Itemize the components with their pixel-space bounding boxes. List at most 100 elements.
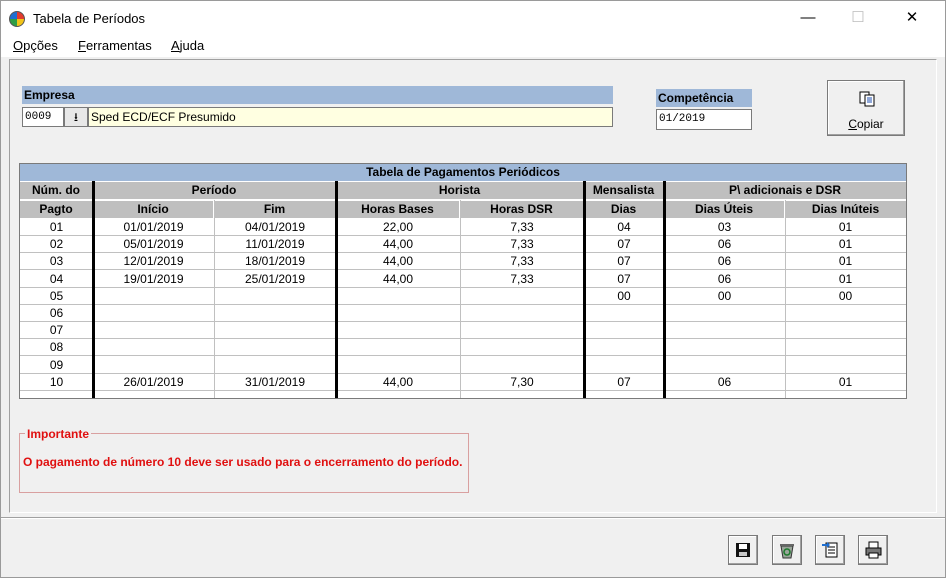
cell-inicio[interactable] <box>93 305 214 322</box>
cell-dias-uteis[interactable]: 06 <box>664 236 785 254</box>
cell-dias-uteis[interactable] <box>664 357 785 374</box>
cell-dias-uteis[interactable]: 06 <box>664 253 785 271</box>
copiar-button[interactable]: Copiar <box>827 80 905 136</box>
dropdown-arrow-icon: ⭳ <box>73 110 79 124</box>
cell-dias-uteis[interactable]: 03 <box>664 219 785 236</box>
cell-dias-inuteis[interactable]: 01 <box>785 374 906 391</box>
header-mensalista: Mensalista <box>584 182 664 199</box>
cell-inicio[interactable] <box>93 339 214 357</box>
cell-fim[interactable]: 25/01/2019 <box>214 271 336 288</box>
cell-dias-inuteis[interactable] <box>785 305 906 322</box>
cell-dias-uteis[interactable]: 06 <box>664 374 785 391</box>
cell-dias[interactable]: 07 <box>584 374 664 391</box>
cell-fim[interactable] <box>214 288 336 305</box>
cell-dias-inuteis[interactable]: 01 <box>785 253 906 271</box>
cell-inicio[interactable]: 01/01/2019 <box>93 219 214 236</box>
cell-pagto[interactable]: 03 <box>20 253 93 271</box>
cell-fim[interactable] <box>214 322 336 340</box>
header-num-do: Núm. do <box>20 182 93 199</box>
cell-horas-dsr[interactable] <box>460 305 584 322</box>
menu-opcoes[interactable]: Opções <box>13 38 58 53</box>
print-button[interactable] <box>858 535 888 565</box>
save-button[interactable] <box>728 535 758 565</box>
cell-horas-dsr[interactable]: 7,30 <box>460 374 584 391</box>
cell-dias-inuteis[interactable]: 01 <box>785 219 906 236</box>
cell-dias[interactable] <box>584 357 664 374</box>
import-button[interactable] <box>815 535 845 565</box>
cell-dias-uteis[interactable] <box>664 305 785 322</box>
cell-pagto[interactable]: 04 <box>20 271 93 288</box>
cell-dias-inuteis[interactable]: 01 <box>785 271 906 288</box>
cell-pagto[interactable]: 05 <box>20 288 93 305</box>
cell-horas-dsr[interactable] <box>460 357 584 374</box>
cell-dias[interactable]: 00 <box>584 288 664 305</box>
cell-inicio[interactable]: 12/01/2019 <box>93 253 214 271</box>
cell-dias[interactable]: 04 <box>584 219 664 236</box>
cell-fim[interactable] <box>214 339 336 357</box>
minimize-button[interactable]: — <box>785 3 831 33</box>
cell-fim[interactable]: 31/01/2019 <box>214 374 336 391</box>
cell-dias-uteis[interactable]: 00 <box>664 288 785 305</box>
cell-pagto[interactable]: 10 <box>20 374 93 391</box>
cell-dias-inuteis[interactable] <box>785 339 906 357</box>
cell-inicio[interactable]: 05/01/2019 <box>93 236 214 254</box>
cell-horas-bases[interactable]: 44,00 <box>336 253 460 271</box>
menu-ajuda[interactable]: Ajuda <box>171 38 204 53</box>
cell-horas-dsr[interactable] <box>460 339 584 357</box>
cell-dias[interactable] <box>584 322 664 340</box>
cell-dias-uteis[interactable]: 06 <box>664 271 785 288</box>
cell-inicio[interactable]: 26/01/2019 <box>93 374 214 391</box>
cell-dias-uteis[interactable] <box>664 322 785 340</box>
cell-dias[interactable] <box>584 339 664 357</box>
cell-dias-inuteis[interactable]: 01 <box>785 236 906 254</box>
cell-fim[interactable]: 04/01/2019 <box>214 219 336 236</box>
cell-fim[interactable]: 11/01/2019 <box>214 236 336 254</box>
cell-horas-dsr[interactable]: 7,33 <box>460 271 584 288</box>
cell-inicio[interactable] <box>93 322 214 340</box>
menu-ferramentas[interactable]: Ferramentas <box>78 38 152 53</box>
cell-horas-bases[interactable] <box>336 322 460 340</box>
cell-inicio[interactable]: 19/01/2019 <box>93 271 214 288</box>
cell-fim[interactable] <box>214 305 336 322</box>
close-button[interactable]: ✕ <box>889 3 935 33</box>
cell-fim[interactable] <box>214 357 336 374</box>
col-horas-bases: Horas Bases <box>336 201 460 218</box>
competencia-field[interactable]: 01/2019 <box>656 109 752 130</box>
empresa-code-field[interactable]: 0009 <box>22 107 64 127</box>
cell-horas-bases[interactable] <box>336 357 460 374</box>
cell-dias[interactable]: 07 <box>584 236 664 254</box>
cell-dias-inuteis[interactable] <box>785 322 906 340</box>
cell-horas-bases[interactable] <box>336 305 460 322</box>
empresa-name-field[interactable]: Sped ECD/ECF Presumido <box>88 107 613 127</box>
col-fim: Fim <box>214 201 336 218</box>
cell-horas-bases[interactable]: 22,00 <box>336 219 460 236</box>
cell-dias[interactable]: 07 <box>584 253 664 271</box>
cell-pagto[interactable]: 01 <box>20 219 93 236</box>
cell-horas-dsr[interactable] <box>460 288 584 305</box>
cell-pagto[interactable]: 09 <box>20 357 93 374</box>
cell-horas-dsr[interactable] <box>460 322 584 340</box>
cell-fim[interactable]: 18/01/2019 <box>214 253 336 271</box>
cell-inicio[interactable] <box>93 288 214 305</box>
cell-dias-inuteis[interactable] <box>785 357 906 374</box>
cell-dias[interactable] <box>584 305 664 322</box>
cell-horas-bases[interactable]: 44,00 <box>336 271 460 288</box>
cell-horas-dsr[interactable]: 7,33 <box>460 253 584 271</box>
cell-horas-bases[interactable] <box>336 288 460 305</box>
cell-dias-inuteis[interactable]: 00 <box>785 288 906 305</box>
cell-horas-bases[interactable] <box>336 339 460 357</box>
cell-dias[interactable]: 07 <box>584 271 664 288</box>
cell-pagto[interactable]: 06 <box>20 305 93 322</box>
cell-pagto[interactable]: 07 <box>20 322 93 340</box>
delete-button[interactable] <box>772 535 802 565</box>
cell-inicio[interactable] <box>93 357 214 374</box>
cell-horas-dsr[interactable]: 7,33 <box>460 236 584 254</box>
empresa-dropdown-button[interactable]: ⭳ <box>64 107 88 127</box>
maximize-button[interactable]: ☐ <box>835 3 881 33</box>
cell-horas-bases[interactable]: 44,00 <box>336 236 460 254</box>
cell-dias-uteis[interactable] <box>664 339 785 357</box>
cell-pagto[interactable]: 02 <box>20 236 93 254</box>
cell-pagto[interactable]: 08 <box>20 339 93 357</box>
cell-horas-bases[interactable]: 44,00 <box>336 374 460 391</box>
cell-horas-dsr[interactable]: 7,33 <box>460 219 584 236</box>
